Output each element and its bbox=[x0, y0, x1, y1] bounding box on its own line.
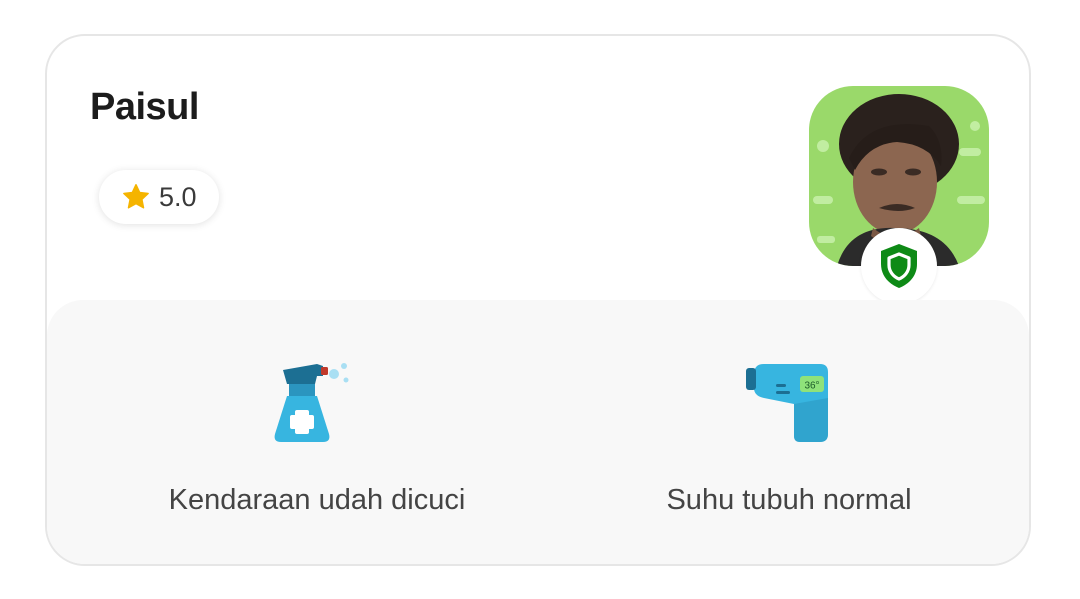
rating-value: 5.0 bbox=[159, 181, 197, 212]
driver-name: Paisul bbox=[90, 86, 199, 128]
thermometer-reading: 36° bbox=[804, 381, 819, 392]
verified-badge bbox=[861, 228, 937, 304]
safety-label-body-temperature: Suhu tubuh normal bbox=[666, 484, 912, 516]
shield-icon bbox=[881, 244, 917, 288]
safety-item-vehicle-cleaned: Kendaraan udah dicuci bbox=[47, 300, 537, 564]
driver-card: Paisul 5.0 Kendaraan udah dicuci 36° Suh… bbox=[45, 34, 1031, 566]
safety-protocol-panel: Kendaraan udah dicuci 36° Suhu tubuh nor… bbox=[47, 300, 1029, 564]
safety-label-vehicle-cleaned: Kendaraan udah dicuci bbox=[168, 484, 466, 516]
sanitizer-spray-icon bbox=[274, 363, 349, 442]
thermometer-gun-icon: 36° bbox=[746, 364, 828, 442]
star-icon bbox=[123, 184, 149, 209]
driver-avatar-container[interactable] bbox=[809, 86, 989, 304]
rating-badge: 5.0 bbox=[99, 170, 219, 224]
safety-item-body-temperature: 36° Suhu tubuh normal bbox=[522, 300, 1012, 564]
